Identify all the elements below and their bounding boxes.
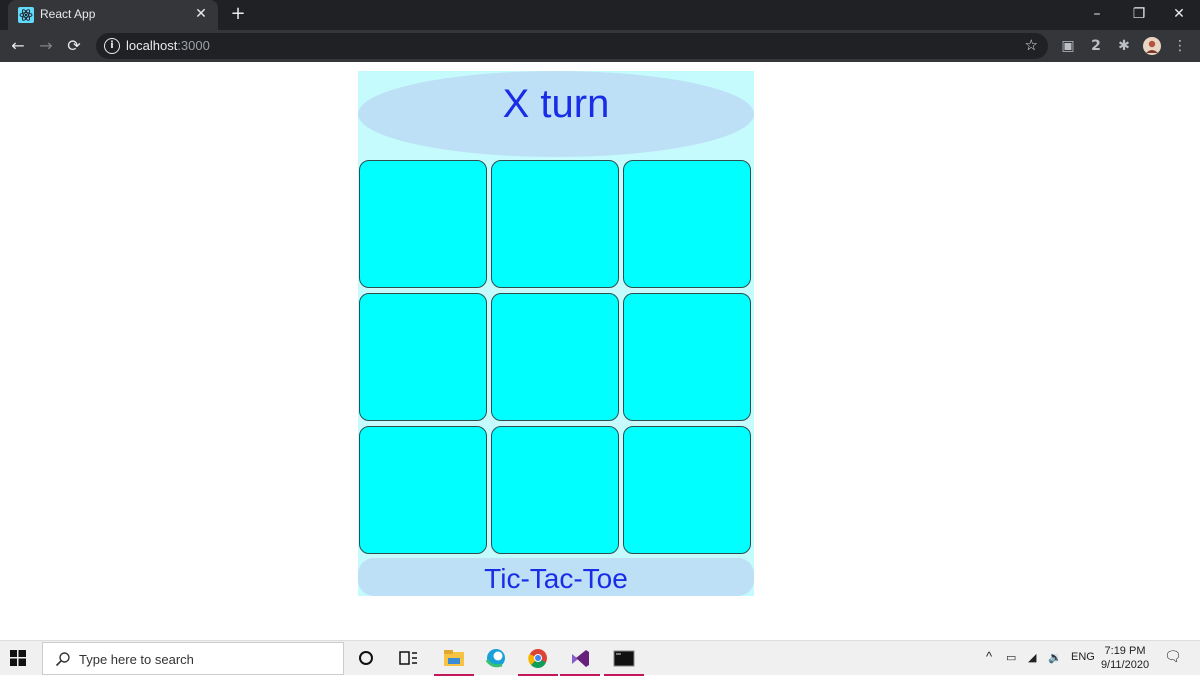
cortana-icon[interactable] [346, 641, 386, 676]
taskbar-clock[interactable]: 7:19 PM 9/11/2020 [1090, 644, 1160, 672]
extension-badge[interactable]: 2 [1086, 36, 1106, 56]
windows-taskbar: Type here to search ^ ▭ ◢ 🔉 ENG 7:19 PM … [0, 640, 1200, 676]
game-title: Tic-Tac-Toe [484, 563, 628, 594]
back-arrow-icon[interactable]: ← [8, 36, 28, 56]
address-bar[interactable]: i localhost:3000 ☆ [96, 33, 1048, 59]
reload-icon[interactable]: ⟳ [64, 36, 84, 56]
file-explorer-icon[interactable] [434, 641, 474, 676]
board-cell-8[interactable] [491, 426, 619, 554]
tic-tac-toe-game: X turn Tic-Tac-Toe [358, 71, 754, 596]
board-cell-2[interactable] [491, 160, 619, 288]
new-tab-icon[interactable]: + [228, 4, 248, 24]
wifi-icon[interactable]: ◢ [1028, 651, 1036, 664]
extension-square-icon[interactable]: ▣ [1058, 36, 1078, 56]
url-text: localhost:3000 [126, 38, 210, 53]
volume-icon[interactable]: 🔉 [1048, 651, 1062, 664]
close-window-icon[interactable]: ✕ [1158, 0, 1200, 30]
search-icon [55, 652, 70, 667]
game-board [358, 159, 754, 559]
minimize-icon[interactable]: – [1076, 0, 1118, 30]
board-cell-1[interactable] [359, 160, 487, 288]
browser-tab[interactable]: React App ✕ [8, 0, 218, 30]
terminal-icon[interactable] [604, 641, 644, 676]
windows-start-icon[interactable] [10, 650, 26, 666]
profile-avatar[interactable] [1142, 36, 1162, 56]
browser-toolbar: ← → ⟳ i localhost:3000 ☆ ▣ 2 ✱ ⋮ [0, 30, 1200, 62]
show-hidden-icons-icon[interactable]: ^ [986, 649, 992, 664]
extensions-puzzle-icon[interactable]: ✱ [1114, 36, 1134, 56]
board-cell-7[interactable] [359, 426, 487, 554]
taskbar-search-box[interactable]: Type here to search [42, 642, 344, 675]
board-cell-5[interactable] [491, 293, 619, 421]
forward-arrow-icon[interactable]: → [36, 36, 56, 56]
edge-browser-icon[interactable] [476, 641, 516, 676]
battery-icon[interactable]: ▭ [1006, 651, 1016, 664]
turn-status-banner: X turn [358, 71, 754, 157]
board-cell-6[interactable] [623, 293, 751, 421]
site-info-icon[interactable]: i [104, 38, 120, 54]
game-title-footer: Tic-Tac-Toe [358, 558, 754, 596]
notifications-icon[interactable]: 🗨 [1164, 648, 1182, 665]
close-tab-icon[interactable]: ✕ [192, 5, 210, 23]
clock-time: 7:19 PM [1104, 645, 1146, 657]
clock-date: 9/11/2020 [1100, 659, 1150, 671]
react-logo-icon [18, 7, 34, 23]
chrome-browser-icon[interactable] [518, 641, 558, 676]
board-cell-9[interactable] [623, 426, 751, 554]
visual-studio-icon[interactable] [560, 641, 600, 676]
menu-dots-icon[interactable]: ⋮ [1170, 36, 1190, 56]
restore-icon[interactable]: ❐ [1118, 0, 1160, 30]
browser-tab-strip: React App ✕ + – ❐ ✕ [0, 0, 1200, 30]
search-placeholder: Type here to search [79, 652, 194, 667]
turn-status-text: X turn [502, 82, 610, 126]
tab-title: React App [40, 7, 96, 21]
board-cell-4[interactable] [359, 293, 487, 421]
task-view-icon[interactable] [388, 641, 428, 676]
board-cell-3[interactable] [623, 160, 751, 288]
bookmark-star-icon[interactable]: ☆ [1025, 36, 1038, 54]
